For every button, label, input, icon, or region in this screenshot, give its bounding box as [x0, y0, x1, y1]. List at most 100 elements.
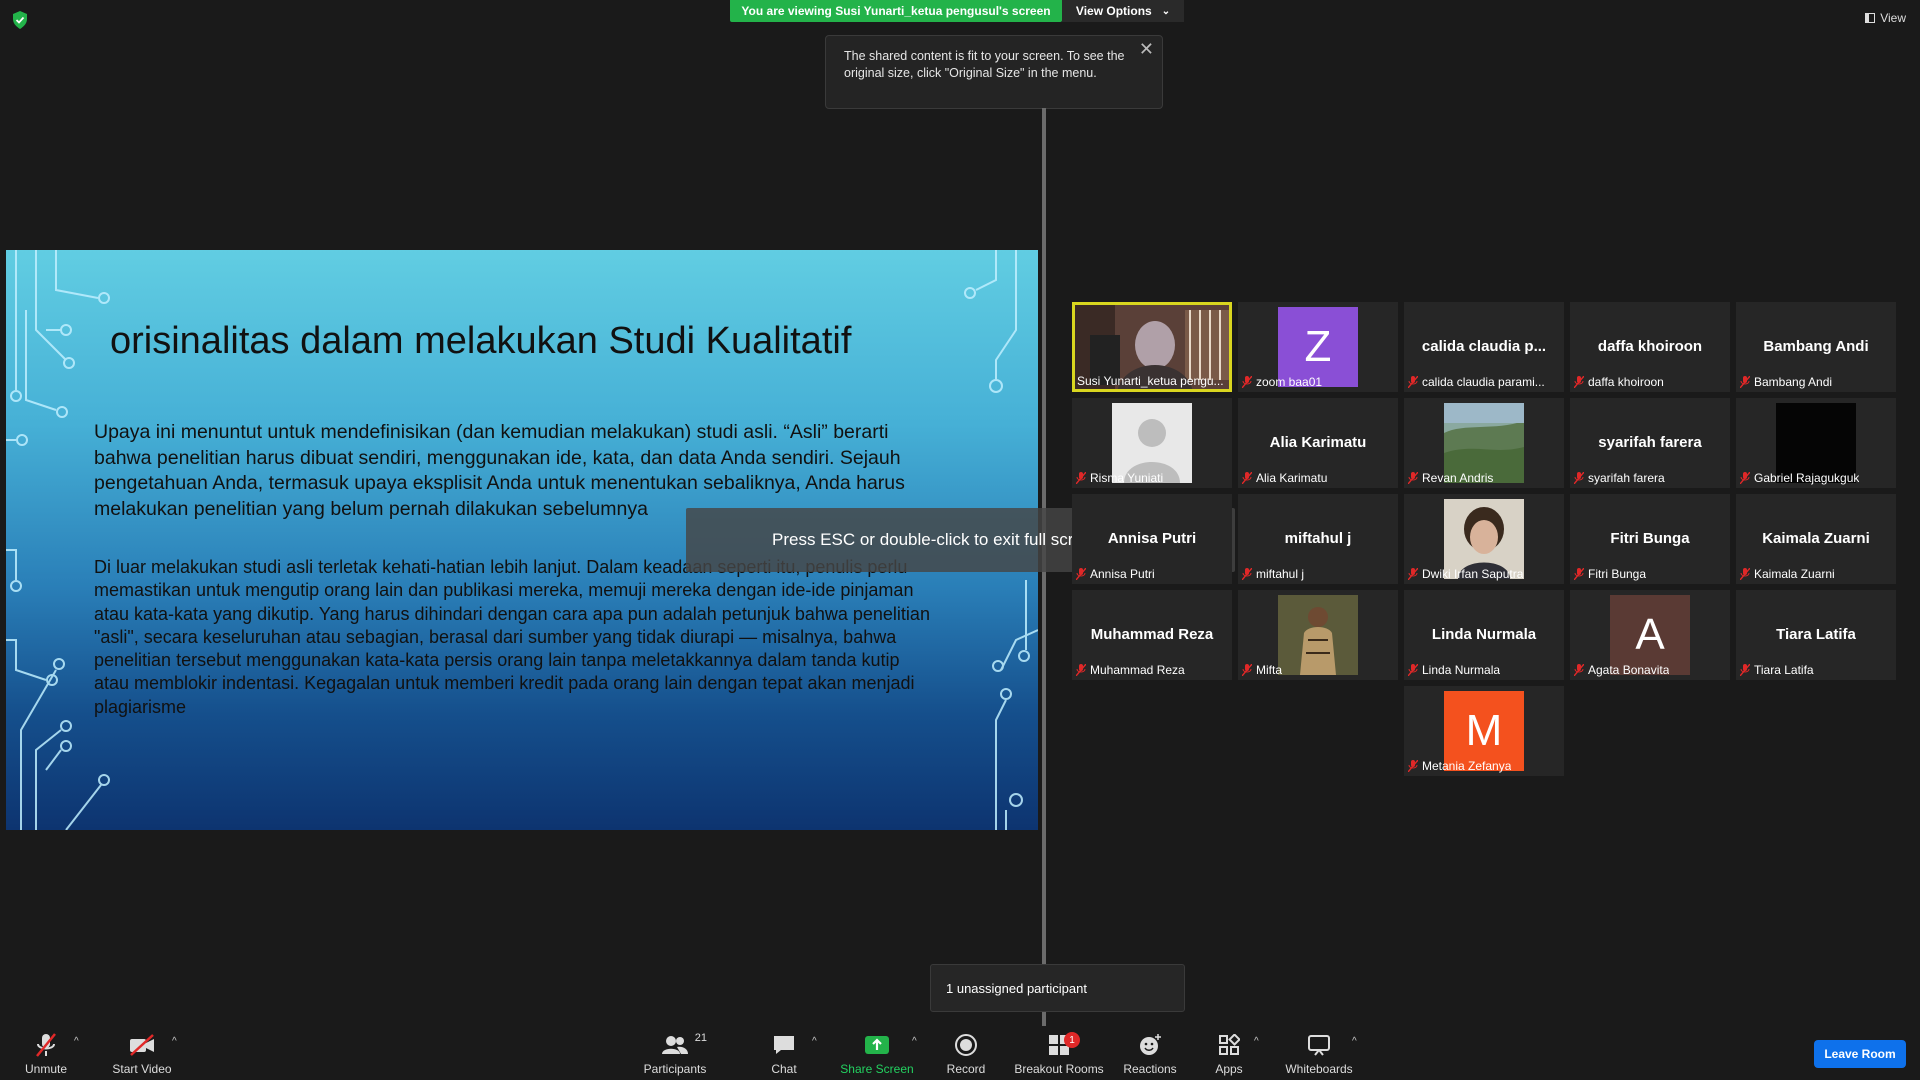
meeting-toolbar: Unmute ^ Start Video ^ 21 Participants C… [0, 1026, 1920, 1080]
video-options-caret-icon[interactable]: ^ [172, 1036, 177, 1047]
participants-icon: 21 [661, 1030, 707, 1060]
muted-microphone-icon [1408, 472, 1418, 484]
whiteboard-options-caret-icon[interactable]: ^ [1352, 1036, 1357, 1047]
share-screen-label: Share Screen [840, 1062, 914, 1076]
participant-tile[interactable]: Risma Yuniati [1072, 398, 1232, 488]
participant-tile[interactable]: Muhammad Reza Muhammad Reza [1072, 590, 1232, 680]
participant-tile[interactable]: Zzoom baa01 [1238, 302, 1398, 392]
participant-name-label: Kaimala Zuarni [1740, 567, 1835, 581]
record-icon [954, 1030, 978, 1060]
breakout-rooms-button[interactable]: 1 Breakout Rooms [1012, 1030, 1106, 1076]
muted-microphone-icon [1408, 376, 1418, 388]
participant-tile[interactable]: Revan Andris [1404, 398, 1564, 488]
participant-name-label: zoom baa01 [1242, 375, 1322, 389]
muted-microphone-icon [1242, 568, 1252, 580]
participant-tile[interactable]: Fitri Bunga Fitri Bunga [1570, 494, 1730, 584]
muted-microphone-icon [1740, 568, 1750, 580]
whiteboards-button[interactable]: Whiteboards [1282, 1030, 1356, 1076]
participant-tile[interactable]: miftahul j miftahul j [1238, 494, 1398, 584]
muted-microphone-icon [1574, 568, 1584, 580]
participant-name-label: Metania Zefanya [1408, 759, 1511, 773]
tooltip-text: The shared content is fit to your screen… [844, 49, 1125, 80]
apps-options-caret-icon[interactable]: ^ [1254, 1036, 1259, 1047]
participant-display-name: miftahul j [1284, 530, 1352, 547]
start-video-button[interactable]: Start Video [107, 1030, 177, 1076]
participant-name-label: Alia Karimatu [1242, 471, 1327, 485]
muted-microphone-icon [1574, 376, 1584, 388]
participant-name-label: Muhammad Reza [1076, 663, 1185, 677]
participant-display-name: daffa khoiroon [1597, 338, 1703, 355]
participant-tile[interactable]: Linda Nurmala Linda Nurmala [1404, 590, 1564, 680]
breakout-rooms-label: Breakout Rooms [1014, 1062, 1104, 1076]
participant-tile[interactable]: Mifta [1238, 590, 1398, 680]
gallery-view-icon [1865, 13, 1876, 23]
participant-tile[interactable]: Susi Yunarti_ketua pengu... [1072, 302, 1232, 392]
whiteboard-icon [1307, 1030, 1331, 1060]
record-button[interactable]: Record [944, 1030, 988, 1076]
muted-microphone-icon [1740, 376, 1750, 388]
view-button[interactable]: View [1865, 11, 1906, 25]
participant-tile[interactable]: M Metania Zefanya [1404, 686, 1564, 776]
video-off-icon [128, 1030, 156, 1060]
participants-count: 21 [694, 1032, 707, 1044]
share-options-caret-icon[interactable]: ^ [912, 1036, 917, 1047]
participant-display-name: Fitri Bunga [1610, 530, 1690, 547]
whiteboards-label: Whiteboards [1285, 1062, 1353, 1076]
participant-name-label: Gabriel Rajagukguk [1740, 471, 1859, 485]
view-options-button[interactable]: View Options ⌄ [1062, 0, 1184, 22]
muted-microphone-icon [1574, 664, 1584, 676]
participant-tile[interactable]: Dwiki Irfan Saputra [1404, 494, 1564, 584]
participant-tile[interactable]: Gabriel Rajagukguk [1736, 398, 1896, 488]
share-screen-button[interactable]: Share Screen [838, 1030, 916, 1076]
participant-tile[interactable]: syarifah farera syarifah farera [1570, 398, 1730, 488]
share-screen-icon [864, 1030, 890, 1060]
muted-microphone-icon [1740, 664, 1750, 676]
view-button-label: View [1880, 11, 1906, 25]
unassigned-participant-popup[interactable]: 1 unassigned participant [930, 964, 1185, 1012]
leave-room-button[interactable]: Leave Room [1814, 1040, 1906, 1068]
participant-display-name: syarifah farera [1598, 434, 1702, 451]
apps-button[interactable]: Apps [1212, 1030, 1246, 1076]
record-label: Record [946, 1062, 986, 1076]
participant-tile[interactable]: Tiara Latifa Tiara Latifa [1736, 590, 1896, 680]
muted-microphone-icon [1242, 472, 1252, 484]
participant-tile[interactable]: Alia Karimatu Alia Karimatu [1238, 398, 1398, 488]
reactions-button[interactable]: Reactions [1123, 1030, 1177, 1076]
participant-tile[interactable]: A Agata Bonavita [1570, 590, 1730, 680]
participant-name-label: Risma Yuniati [1076, 471, 1163, 485]
participant-tile[interactable]: calida claudia p... calida claudia parami… [1404, 302, 1564, 392]
participant-name-label: Mifta [1242, 663, 1282, 677]
unmute-label: Unmute [24, 1062, 68, 1076]
participant-name-label: Susi Yunarti_ketua pengu... [1077, 374, 1224, 388]
participant-tile[interactable]: Annisa Putri Annisa Putri [1072, 494, 1232, 584]
participant-name-label: Annisa Putri [1076, 567, 1155, 581]
audio-options-caret-icon[interactable]: ^ [74, 1036, 79, 1047]
participant-display-name: Alia Karimatu [1269, 434, 1367, 451]
participant-tile[interactable]: Bambang Andi Bambang Andi [1736, 302, 1896, 392]
muted-microphone-icon [1408, 760, 1418, 772]
encryption-shield-icon[interactable] [12, 11, 28, 29]
breakout-rooms-icon: 1 [1048, 1030, 1080, 1060]
participant-display-name: Muhammad Reza [1090, 626, 1214, 643]
participant-name-label: miftahul j [1242, 567, 1304, 581]
participant-tile[interactable]: daffa khoiroon daffa khoiroon [1570, 302, 1730, 392]
apps-label: Apps [1215, 1062, 1243, 1076]
participant-name-label: calida claudia parami... [1408, 375, 1545, 389]
participants-button[interactable]: 21 Participants [640, 1030, 710, 1076]
chat-button[interactable]: Chat [764, 1030, 804, 1076]
apps-icon [1218, 1030, 1240, 1060]
participant-name-label: daffa khoiroon [1574, 375, 1664, 389]
participant-name-label: Linda Nurmala [1408, 663, 1500, 677]
close-icon[interactable]: ✕ [1139, 40, 1154, 58]
participant-display-name: Linda Nurmala [1431, 626, 1537, 643]
participant-name-label: Bambang Andi [1740, 375, 1832, 389]
participant-display-name: Kaimala Zuarni [1762, 530, 1870, 547]
chat-label: Chat [771, 1062, 797, 1076]
muted-microphone-icon [1242, 664, 1252, 676]
participant-name-label: Dwiki Irfan Saputra [1408, 567, 1523, 581]
unmute-button[interactable]: Unmute [20, 1030, 72, 1076]
chat-options-caret-icon[interactable]: ^ [812, 1036, 817, 1047]
participant-tile[interactable]: Kaimala Zuarni Kaimala Zuarni [1736, 494, 1896, 584]
viewing-screen-banner: You are viewing Susi Yunarti_ketua pengu… [730, 0, 1062, 22]
muted-microphone-icon [1740, 472, 1750, 484]
